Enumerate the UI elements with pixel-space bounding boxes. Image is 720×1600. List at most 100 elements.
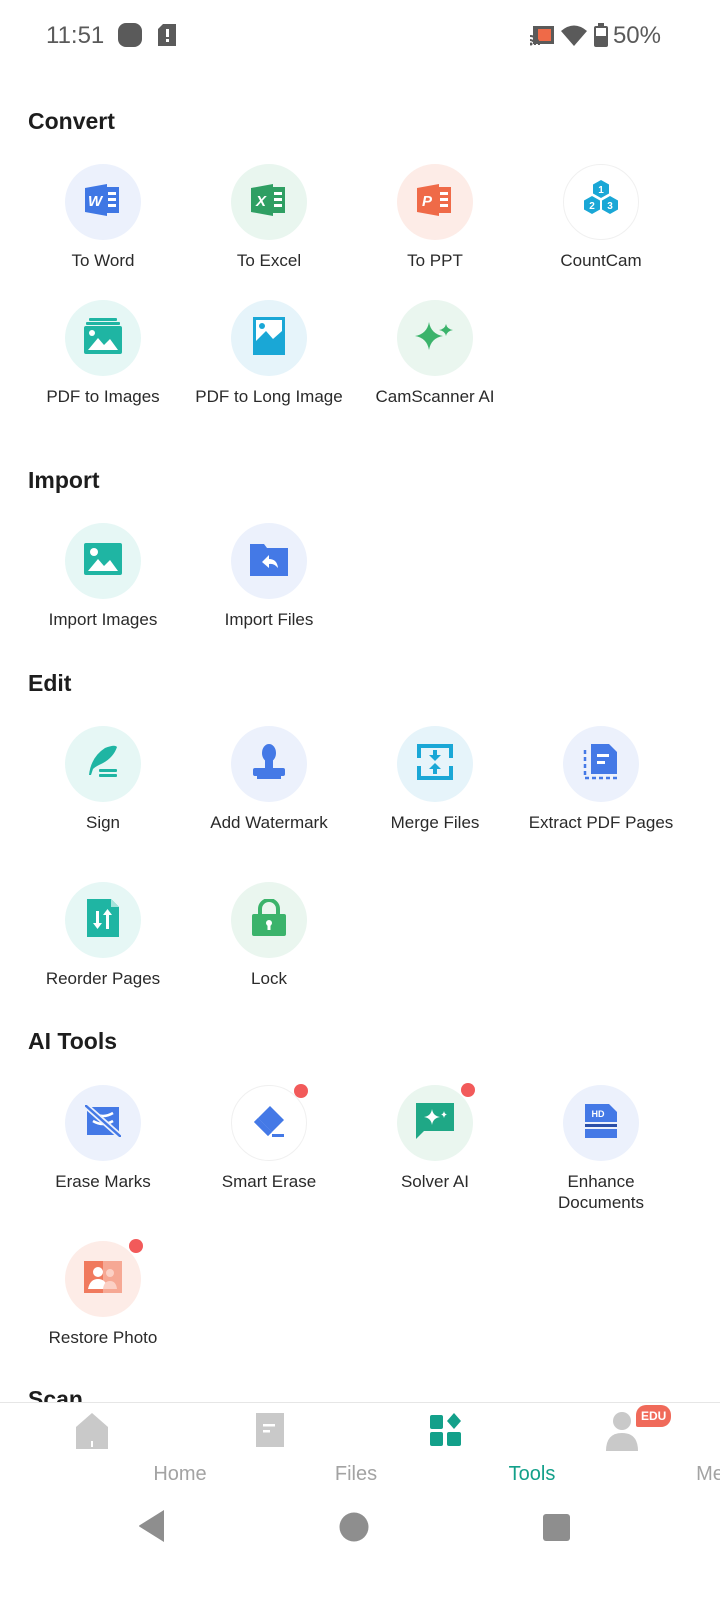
tool-icon-bg	[397, 726, 473, 802]
eraser-icon	[250, 1104, 288, 1143]
reorder-icon	[87, 898, 119, 942]
tool-label: Solver AI	[400, 1172, 470, 1191]
tool-label: To Excel	[236, 251, 302, 270]
nav-tools[interactable]: Tools	[352, 1403, 555, 1503]
svg-text:2: 2	[589, 201, 595, 212]
nav-label: Me	[696, 1463, 720, 1485]
home-icon	[72, 1413, 112, 1453]
ppt-icon: P	[417, 183, 453, 221]
system-nav-bar	[0, 1502, 720, 1600]
tool-icon-bg	[563, 726, 639, 802]
tool-sign[interactable]: Sign	[20, 726, 186, 833]
wifi-icon	[561, 24, 587, 51]
tool-add-watermark[interactable]: Add Watermark	[186, 726, 352, 833]
status-time: 11:51	[46, 22, 105, 49]
back-icon[interactable]	[138, 1510, 166, 1547]
lock-icon	[251, 897, 287, 942]
tool-icon-bg	[231, 300, 307, 376]
section-title-convert: Convert	[28, 108, 115, 134]
tool-icon-bg	[65, 300, 141, 376]
tool-icon-bg	[397, 300, 473, 376]
tool-icon-bg	[65, 882, 141, 958]
tool-erase-marks[interactable]: Erase Marks	[20, 1085, 186, 1192]
tool-icon-bg	[231, 1084, 308, 1161]
svg-text:3: 3	[607, 201, 613, 212]
hd-enhance-icon: HD	[585, 1103, 617, 1143]
pdf-to-images-icon	[84, 317, 122, 359]
tool-label: PDF to Images	[46, 387, 160, 406]
solver-chat-icon	[416, 1102, 454, 1144]
tool-to-excel[interactable]: X To Excel	[186, 164, 352, 271]
new-badge-dot	[129, 1239, 143, 1253]
bottom-nav: Home Files Tools EDU Me	[0, 1402, 720, 1502]
section-title-edit: Edit	[28, 670, 72, 696]
tool-icon-bg	[65, 726, 141, 802]
countcam-icon: 1 2 3	[579, 179, 623, 226]
svg-text:X: X	[255, 193, 267, 210]
tool-import-images[interactable]: Import Images	[20, 523, 186, 630]
tool-label: PDF to Long Image	[195, 387, 343, 406]
svg-text:HD: HD	[592, 1109, 605, 1119]
tool-smart-erase[interactable]: Smart Erase	[186, 1084, 352, 1192]
tool-label: Import Files	[224, 610, 314, 629]
sparkle-icon	[415, 320, 455, 357]
nav-me[interactable]: EDU Me	[530, 1403, 720, 1503]
sim-alert-icon	[158, 24, 178, 51]
tool-label: CountCam	[560, 251, 642, 270]
tool-solver-ai[interactable]: Solver AI	[352, 1083, 518, 1192]
tool-label: Merge Files	[390, 813, 480, 832]
tool-pdf-to-long-image[interactable]: PDF to Long Image	[186, 300, 352, 407]
tool-label: CamScanner AI	[375, 387, 495, 406]
tool-label: Restore Photo	[48, 1328, 158, 1347]
tool-to-ppt[interactable]: P To PPT	[352, 164, 518, 271]
tool-label: To Word	[71, 251, 135, 270]
tool-lock[interactable]: Lock	[186, 882, 352, 989]
tool-label: Lock	[251, 969, 287, 988]
files-icon	[250, 1413, 290, 1453]
tools-content[interactable]: Convert W To Word X To Excel P To PPT 1 …	[0, 72, 720, 1402]
tool-import-files[interactable]: Import Files	[186, 523, 352, 630]
tool-icon-bg: P	[397, 164, 473, 240]
status-bar: 11:51 50%	[0, 0, 720, 72]
tool-restore-photo[interactable]: Restore Photo	[20, 1239, 186, 1348]
tool-enhance-documents[interactable]: HD Enhance Documents	[518, 1085, 684, 1213]
tool-icon-bg	[65, 1085, 141, 1161]
new-badge-dot	[294, 1084, 308, 1098]
svg-text:P: P	[422, 193, 433, 210]
tool-icon-bg	[65, 1239, 143, 1317]
tool-label: To PPT	[407, 251, 463, 270]
tool-extract-pdf-pages[interactable]: Extract PDF Pages	[518, 726, 684, 833]
recents-icon[interactable]	[543, 1514, 571, 1547]
tool-icon-bg	[397, 1083, 475, 1161]
tools-icon	[426, 1413, 466, 1453]
tool-icon-bg	[231, 726, 307, 802]
tool-countcam[interactable]: 1 2 3 CountCam	[518, 164, 684, 271]
excel-icon: X	[251, 183, 287, 221]
battery-percent: 50%	[612, 22, 661, 49]
nav-files[interactable]: Files	[176, 1403, 377, 1503]
tool-merge-files[interactable]: Merge Files	[352, 726, 518, 833]
tool-label: Sign	[85, 813, 121, 832]
quill-sign-icon	[85, 745, 121, 784]
new-badge-dot	[461, 1083, 475, 1097]
tool-camscanner-ai[interactable]: CamScanner AI	[352, 300, 518, 407]
folder-import-icon	[250, 542, 288, 581]
tool-reorder-pages[interactable]: Reorder Pages	[20, 882, 186, 989]
cast-icon	[529, 26, 554, 51]
media-icon	[118, 23, 142, 52]
home-button-icon[interactable]	[339, 1512, 369, 1547]
tool-icon-bg: 1 2 3	[563, 164, 639, 240]
tool-to-word[interactable]: W To Word	[20, 164, 186, 271]
edu-badge: EDU	[636, 1405, 672, 1427]
section-title-scan: Scan	[28, 1386, 83, 1402]
svg-text:1: 1	[598, 185, 604, 196]
section-title-import: Import	[28, 467, 100, 493]
tool-pdf-to-images[interactable]: PDF to Images	[20, 300, 186, 407]
nav-home[interactable]: Home	[0, 1403, 207, 1503]
tool-label: Reorder Pages	[45, 969, 161, 988]
tool-label: Extract PDF Pages	[528, 813, 674, 832]
tool-icon-bg: X	[231, 164, 307, 240]
restore-photo-icon	[84, 1260, 122, 1298]
battery-icon	[594, 23, 608, 52]
merge-icon	[417, 743, 453, 785]
